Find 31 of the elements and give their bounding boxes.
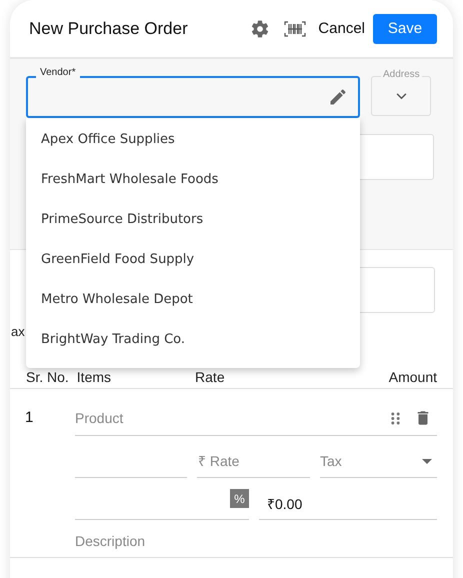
chevron-down-icon xyxy=(396,92,406,100)
rate-field[interactable]: ₹ Rate xyxy=(197,445,310,478)
page-title: New Purchase Order xyxy=(29,18,189,38)
drag-handle-icon[interactable] xyxy=(391,412,400,424)
cancel-button[interactable]: Cancel xyxy=(318,20,373,37)
product-field[interactable]: Product xyxy=(75,410,377,426)
description-field[interactable]: Description xyxy=(75,531,437,551)
vendor-field[interactable] xyxy=(26,76,360,118)
tax-select[interactable]: Tax xyxy=(320,445,437,478)
vendor-option[interactable]: PrimeSource Distributors xyxy=(26,199,360,239)
vendor-option[interactable]: GreenField Food Supply xyxy=(26,239,360,279)
vendor-option[interactable]: Metro Wholesale Depot xyxy=(26,279,360,319)
column-header: Sr. No. xyxy=(26,369,69,385)
save-button[interactable]: Save xyxy=(373,14,437,44)
vendor-option[interactable]: FreshMart Wholesale Foods xyxy=(26,159,360,199)
field-label: Vendor* xyxy=(36,67,80,78)
settings-icon[interactable] xyxy=(250,18,270,38)
field-label: ax xyxy=(11,324,25,339)
discount-field[interactable]: % xyxy=(75,487,249,520)
vendor-option[interactable]: Apex Office Supplies xyxy=(26,119,360,159)
column-header: Amount xyxy=(388,369,437,385)
field-label: Address xyxy=(381,69,422,80)
column-header: Rate xyxy=(195,369,225,385)
dropdown-arrow-icon xyxy=(422,458,432,464)
column-header: Items xyxy=(76,369,112,385)
vendor-option[interactable]: BrightWay Trading Co. xyxy=(26,319,360,359)
pencil-icon[interactable] xyxy=(328,87,348,107)
barcode-scan-icon[interactable] xyxy=(284,20,306,36)
row-number: 1 xyxy=(25,408,34,428)
percent-toggle[interactable]: % xyxy=(230,489,249,508)
amount-field: ₹0.00 xyxy=(259,487,437,520)
